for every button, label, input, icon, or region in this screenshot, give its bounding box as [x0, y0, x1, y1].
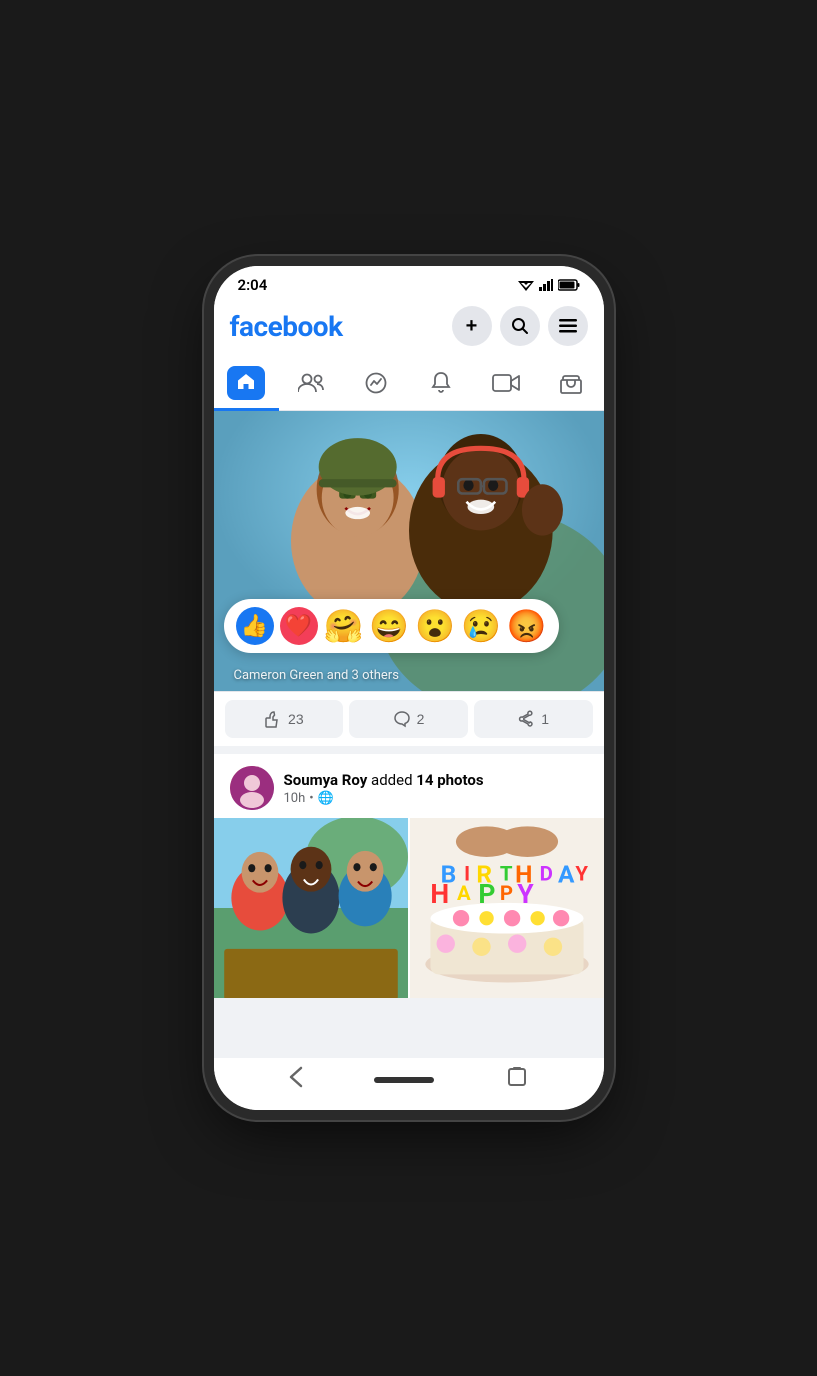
- svg-text:A: A: [558, 859, 575, 888]
- battery-icon: [558, 279, 580, 291]
- reaction-angry[interactable]: 😡: [507, 607, 547, 645]
- facebook-logo: facebook: [230, 310, 343, 343]
- share-button[interactable]: 1: [474, 700, 593, 738]
- hamburger-icon: [559, 319, 577, 333]
- share-icon: [517, 710, 535, 728]
- user-avatar-svg: [230, 766, 274, 810]
- phone-shell: 2:04 facebook +: [214, 266, 604, 1110]
- svg-text:R: R: [476, 859, 492, 888]
- bottom-nav-bar: [214, 1058, 604, 1110]
- svg-text:T: T: [499, 861, 512, 885]
- back-button[interactable]: [289, 1066, 303, 1094]
- header-actions: +: [452, 306, 588, 346]
- svg-text:I: I: [464, 861, 470, 885]
- status-time: 2:04: [238, 276, 268, 294]
- menu-button[interactable]: [548, 306, 588, 346]
- post-image-container: 👍 ❤️ 🤗 😄 😮 😢 😡 Cameron Green and 3 other…: [214, 411, 604, 691]
- nav-messenger[interactable]: [344, 356, 409, 410]
- nav-notifications[interactable]: [409, 356, 474, 410]
- home-indicator: [374, 1077, 434, 1083]
- svg-text:H: H: [515, 859, 532, 888]
- friends-icon: [298, 372, 324, 394]
- comment-button[interactable]: 2: [349, 700, 468, 738]
- friends-photo-svg: [214, 818, 408, 998]
- feed: 👍 ❤️ 🤗 😄 😮 😢 😡 Cameron Green and 3 other…: [214, 411, 604, 1058]
- add-button[interactable]: +: [452, 306, 492, 346]
- svg-text:D: D: [539, 861, 552, 885]
- post-2-meta: Soumya Roy added 14 photos 10h • 🌐: [284, 771, 588, 806]
- comment-icon: [393, 710, 411, 728]
- wifi-icon: [518, 279, 534, 291]
- thumbs-up-icon: [264, 710, 282, 728]
- signal-icon: [539, 279, 553, 291]
- search-icon: [511, 317, 529, 335]
- search-button[interactable]: [500, 306, 540, 346]
- status-icons: [518, 279, 580, 291]
- reaction-wow[interactable]: 😮: [415, 607, 455, 645]
- post-actions: 23 2 1: [214, 691, 604, 746]
- reaction-like[interactable]: 👍: [236, 607, 274, 645]
- nav-bar: [214, 356, 604, 411]
- back-arrow-icon: [289, 1066, 303, 1088]
- nav-video[interactable]: [474, 356, 539, 410]
- store-icon: [559, 371, 583, 395]
- photo-cell-friends[interactable]: [214, 818, 408, 998]
- photo-cell-birthday[interactable]: H A P P Y B I R T H D A Y: [410, 818, 604, 998]
- post-2: Soumya Roy added 14 photos 10h • 🌐: [214, 754, 604, 998]
- reaction-haha[interactable]: 😄: [369, 607, 409, 645]
- globe-icon: 🌐: [318, 791, 334, 806]
- reaction-care[interactable]: 🤗: [324, 607, 364, 645]
- plus-icon: +: [466, 315, 478, 338]
- reaction-love[interactable]: ❤️: [280, 607, 318, 645]
- nav-home[interactable]: [214, 356, 279, 410]
- birthday-photo-svg: H A P P Y B I R T H D A Y: [410, 818, 604, 998]
- comment-count: 2: [417, 711, 425, 727]
- video-icon: [492, 372, 520, 394]
- svg-text:Y: Y: [575, 861, 588, 885]
- avatar: [230, 766, 274, 810]
- post-likes-text: Cameron Green and 3 others: [234, 668, 399, 683]
- photo-grid: H A P P Y B I R T H D A Y: [214, 818, 604, 998]
- share-count: 1: [541, 711, 549, 727]
- post-2-header: Soumya Roy added 14 photos 10h • 🌐: [214, 754, 604, 818]
- status-bar: 2:04: [214, 266, 604, 300]
- reactions-popup: 👍 ❤️ 🤗 😄 😮 😢 😡: [224, 599, 559, 653]
- post-2-time: 10h • 🌐: [284, 791, 588, 806]
- svg-text:B: B: [440, 859, 456, 888]
- messenger-icon: [364, 371, 388, 395]
- bell-icon: [430, 371, 452, 395]
- rotate-icon: [506, 1066, 528, 1088]
- like-count: 23: [288, 711, 304, 727]
- post-1: 👍 ❤️ 🤗 😄 😮 😢 😡 Cameron Green and 3 other…: [214, 411, 604, 746]
- reaction-sad[interactable]: 😢: [461, 607, 501, 645]
- app-header: facebook +: [214, 300, 604, 356]
- post-2-author: Soumya Roy added 14 photos: [284, 771, 588, 789]
- like-button[interactable]: 23: [225, 700, 344, 738]
- nav-marketplace[interactable]: [539, 356, 604, 410]
- home-icon: [237, 372, 255, 390]
- nav-friends[interactable]: [279, 356, 344, 410]
- avatar-image: [230, 766, 274, 810]
- rotate-button[interactable]: [506, 1066, 528, 1094]
